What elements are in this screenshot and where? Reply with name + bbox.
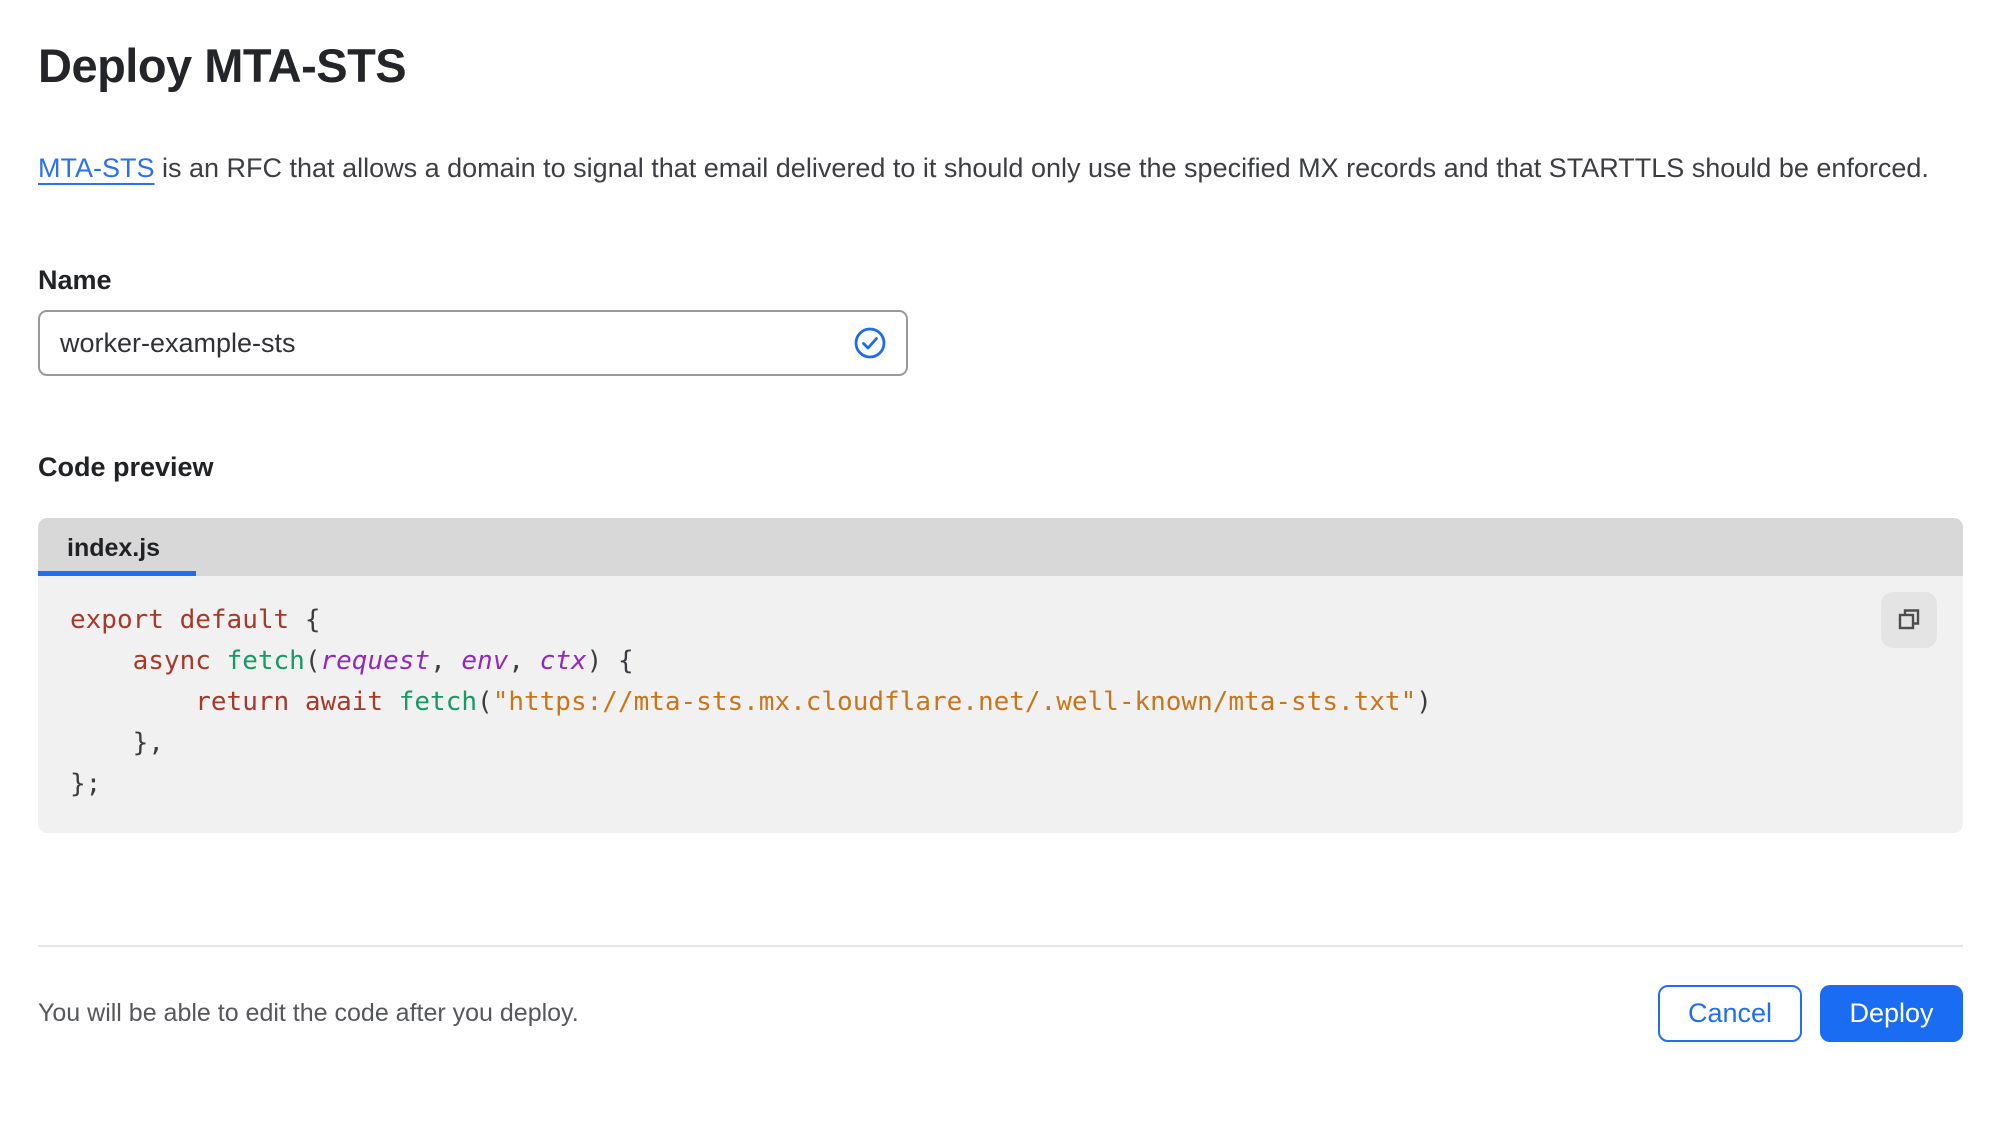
name-input-wrap bbox=[38, 310, 908, 376]
check-circle-icon bbox=[852, 325, 888, 361]
description-text: is an RFC that allows a domain to signal… bbox=[154, 153, 1929, 183]
footer-actions: Cancel Deploy bbox=[1657, 985, 1963, 1042]
description: MTA-STS is an RFC that allows a domain t… bbox=[38, 145, 1938, 191]
copy-icon bbox=[1894, 604, 1924, 637]
code-block: export default { async fetch(request, en… bbox=[70, 605, 1432, 799]
mta-sts-link[interactable]: MTA-STS bbox=[38, 153, 155, 183]
name-label: Name bbox=[38, 265, 112, 295]
deploy-button[interactable]: Deploy bbox=[1820, 985, 1963, 1042]
tab-index-js[interactable]: index.js bbox=[38, 518, 160, 576]
footer-divider bbox=[38, 945, 1963, 947]
code-preview-label: Code preview bbox=[38, 452, 214, 482]
footer-bar: You will be able to edit the code after … bbox=[38, 985, 1963, 1042]
deploy-mta-sts-page: Deploy MTA-STS MTA-STS is an RFC that al… bbox=[0, 0, 1999, 1138]
code-area: export default { async fetch(request, en… bbox=[38, 576, 1963, 833]
code-preview-panel: index.js export default { async fetch(re… bbox=[38, 518, 1963, 833]
code-tab-bar: index.js bbox=[38, 518, 1963, 576]
footer-note: You will be able to edit the code after … bbox=[38, 999, 579, 1027]
copy-code-button[interactable] bbox=[1881, 592, 1937, 648]
name-input[interactable] bbox=[38, 310, 908, 376]
page-title: Deploy MTA-STS bbox=[38, 39, 407, 92]
cancel-button[interactable]: Cancel bbox=[1657, 985, 1802, 1042]
